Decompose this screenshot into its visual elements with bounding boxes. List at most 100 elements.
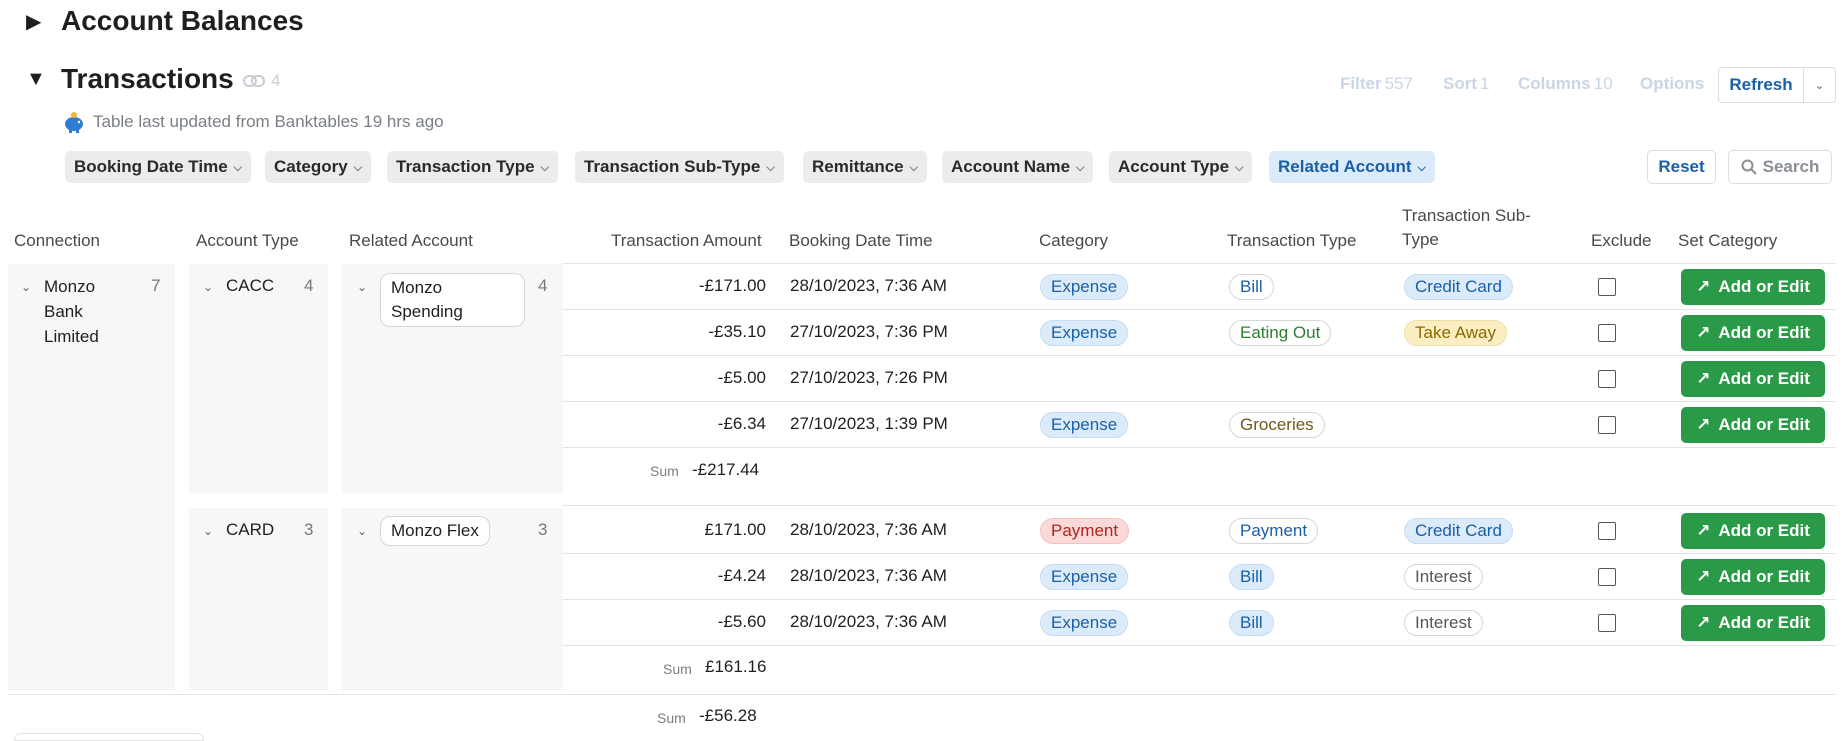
col-header-booking-date-time[interactable]: Booking Date Time [789, 229, 933, 253]
section-title-account-balances[interactable]: Account Balances [61, 5, 304, 37]
exclude-checkbox[interactable] [1598, 522, 1616, 540]
col-header-connection[interactable]: Connection [14, 229, 100, 253]
filter-chip-account-type[interactable]: Account Type ⌵ [1109, 151, 1253, 183]
group-collapse-icon[interactable]: ⌄ [357, 280, 367, 294]
amount-cell: -£5.00 [717, 368, 766, 387]
reset-button[interactable]: Reset [1647, 150, 1716, 184]
chevron-down-icon: ⌵ [233, 161, 242, 174]
connection-name: Monzo Bank Limited [44, 277, 99, 346]
related-account-reference[interactable]: Monzo Flex [380, 516, 490, 546]
external-link-icon: ↗ [1696, 277, 1711, 296]
transaction-type-pill: Eating Out [1229, 320, 1332, 346]
group-collapse-icon[interactable]: ⌄ [357, 524, 367, 538]
external-link-icon: ↗ [1696, 521, 1711, 540]
booking-date-cell: 27/10/2023, 7:26 PM [790, 368, 948, 387]
col-header-account-type[interactable]: Account Type [196, 229, 299, 253]
amount-cell: £171.00 [704, 520, 766, 539]
category-pill: Expense [1040, 610, 1129, 636]
filter-chip-related-account[interactable]: Related Account ⌵ [1269, 151, 1435, 183]
filter-chip-category[interactable]: Category ⌵ [265, 151, 372, 183]
external-link-icon: ↗ [1696, 369, 1711, 388]
filter-chip-booking-date-time[interactable]: Booking Date Time ⌵ [65, 151, 251, 183]
group-collapse-icon[interactable]: ⌄ [21, 280, 31, 294]
group-collapse-icon[interactable]: ⌄ [203, 524, 213, 538]
row-divider [563, 401, 1836, 402]
col-header-transaction-type[interactable]: Transaction Type [1227, 229, 1356, 253]
subtype-pill: Credit Card [1404, 274, 1513, 300]
filter-chip-remittance[interactable]: Remittance ⌵ [803, 151, 927, 183]
connection-count: 7 [151, 276, 161, 295]
col-header-set-category[interactable]: Set Category [1678, 229, 1777, 253]
amount-cell: -£171.00 [698, 276, 766, 295]
sum-label: Sum [663, 661, 692, 677]
account-type-group-panel-cacc [189, 264, 328, 494]
add-or-edit-button[interactable]: ↗ Add or Edit [1681, 559, 1825, 595]
columns-button[interactable]: Columns 10 [1518, 74, 1613, 94]
account-type-count: 3 [304, 520, 314, 539]
piggy-bank-icon [65, 112, 83, 133]
sum-label: Sum [657, 710, 686, 726]
external-link-icon: ↗ [1696, 567, 1711, 586]
chevron-down-icon: ⌵ [1235, 161, 1244, 174]
transaction-type-pill: Payment [1229, 518, 1319, 544]
exclude-checkbox[interactable] [1598, 370, 1616, 388]
add-or-edit-button[interactable]: ↗ Add or Edit [1681, 605, 1825, 641]
exclude-checkbox[interactable] [1598, 416, 1616, 434]
exclude-checkbox[interactable] [1598, 568, 1616, 586]
add-or-edit-button[interactable]: ↗ Add or Edit [1681, 315, 1825, 351]
add-or-edit-button[interactable]: ↗ Add or Edit [1681, 269, 1825, 305]
col-header-transaction-sub-type[interactable]: Transaction Sub-Type [1402, 204, 1552, 252]
exclude-checkbox[interactable] [1598, 324, 1616, 342]
transaction-type-pill: Bill [1229, 274, 1274, 300]
section-title-transactions[interactable]: Transactions [61, 63, 234, 95]
col-header-exclude[interactable]: Exclude [1591, 229, 1651, 253]
col-header-related-account[interactable]: Related Account [349, 229, 473, 253]
exclude-checkbox[interactable] [1598, 278, 1616, 296]
col-header-transaction-amount[interactable]: Transaction Amount [611, 229, 762, 253]
options-button[interactable]: Options [1640, 74, 1704, 94]
grand-total-sum: -£56.28 [699, 706, 757, 725]
chevron-down-icon: ⌵ [1076, 161, 1085, 174]
booking-date-cell: 28/10/2023, 7:36 AM [790, 520, 947, 539]
add-or-edit-button[interactable]: ↗ Add or Edit [1681, 513, 1825, 549]
amount-cell: -£4.24 [717, 566, 766, 585]
filter-chip-account-name[interactable]: Account Name ⌵ [942, 151, 1094, 183]
collapse-caret-icon[interactable]: ▼ [26, 68, 46, 91]
group-sum: £161.16 [705, 657, 767, 676]
subtype-pill: Interest [1404, 610, 1483, 636]
related-account-count: 3 [538, 520, 548, 539]
col-header-category[interactable]: Category [1039, 229, 1108, 253]
booking-date-cell: 28/10/2023, 7:36 AM [790, 276, 947, 295]
category-pill: Payment [1040, 518, 1130, 544]
add-or-edit-button[interactable]: ↗ Add or Edit [1681, 361, 1825, 397]
bottom-panel-edge [14, 733, 204, 741]
refresh-menu-button[interactable]: ⌄ [1803, 67, 1836, 103]
group-sum: -£217.44 [692, 460, 760, 479]
filter-chip-transaction-sub-type[interactable]: Transaction Sub-Type ⌵ [575, 151, 784, 183]
transaction-type-pill: Groceries [1229, 412, 1325, 438]
header-divider [563, 263, 1836, 264]
row-divider [563, 599, 1836, 600]
search-icon [1741, 159, 1757, 175]
filter-button[interactable]: Filter 557 [1340, 74, 1413, 94]
related-account-reference[interactable]: Monzo Spending [380, 273, 525, 327]
external-link-icon: ↗ [1696, 613, 1711, 632]
sort-button[interactable]: Sort 1 [1443, 74, 1489, 94]
add-or-edit-button[interactable]: ↗ Add or Edit [1681, 407, 1825, 443]
exclude-checkbox[interactable] [1598, 614, 1616, 632]
row-divider [563, 309, 1836, 310]
external-link-icon: ↗ [1696, 415, 1711, 434]
group-collapse-icon[interactable]: ⌄ [203, 280, 213, 294]
category-pill: Expense [1040, 274, 1129, 300]
booking-date-cell: 27/10/2023, 7:36 PM [790, 322, 948, 341]
booking-date-cell: 27/10/2023, 1:39 PM [790, 414, 948, 433]
transaction-type-pill: Bill [1229, 610, 1274, 636]
refresh-button[interactable]: Refresh [1718, 67, 1804, 103]
account-type-value: CACC [226, 276, 275, 295]
last-updated-note: Table last updated from Banktables 19 hr… [63, 111, 444, 133]
booking-date-cell: 28/10/2023, 7:36 AM [790, 612, 947, 631]
search-button[interactable]: Search [1728, 150, 1832, 184]
filter-chip-transaction-type[interactable]: Transaction Type ⌵ [387, 151, 558, 183]
expand-caret-icon[interactable]: ▶ [26, 9, 41, 34]
group-divider [563, 505, 1836, 506]
